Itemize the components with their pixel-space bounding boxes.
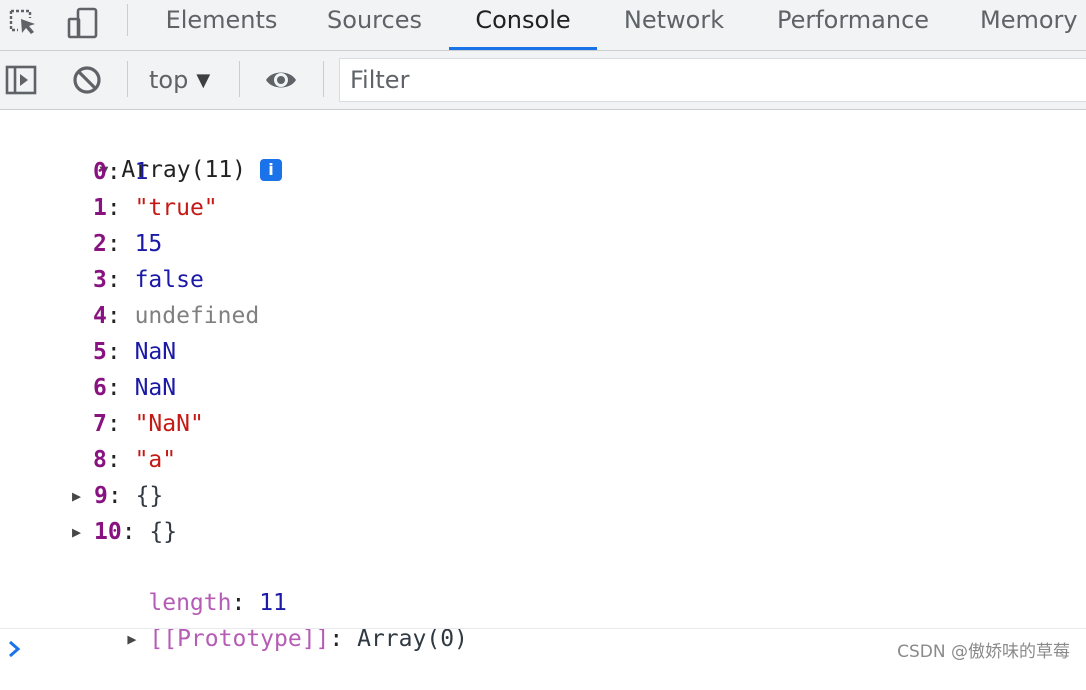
array-index: 3 <box>93 267 107 293</box>
array-value: {} <box>149 519 178 545</box>
array-value: false <box>134 267 204 293</box>
chevron-down-icon: ▼ <box>196 70 211 91</box>
array-value: NaN <box>134 339 177 365</box>
separator: : <box>106 159 135 185</box>
tab-network[interactable]: Network <box>603 0 745 50</box>
console-output: ▼ Array(11) i 0: 1 1: "true" 2: 15 3: false 4:… <box>0 110 1086 652</box>
collapsed-triangle-icon[interactable]: ▶ <box>72 515 94 549</box>
array-index: 9 <box>94 483 108 509</box>
separator: : <box>106 231 135 257</box>
array-entry-row[interactable]: ▶ 9: {} <box>72 479 163 513</box>
array-value: {} <box>135 483 164 509</box>
console-prompt[interactable]: CSDN @傲娇味的草莓 <box>0 628 1086 668</box>
separator: : <box>106 195 135 221</box>
array-index: 2 <box>93 231 107 257</box>
separator: : <box>106 411 135 437</box>
array-index: 8 <box>93 447 107 473</box>
array-entry-row: 3: false <box>93 263 204 297</box>
watermark: CSDN @傲娇味的草莓 <box>897 642 1070 662</box>
context-label: top <box>149 66 189 94</box>
inspect-element-icon[interactable] <box>6 6 40 40</box>
array-value: "a" <box>134 447 177 473</box>
separator: : <box>106 267 135 293</box>
filter-input[interactable] <box>339 58 1086 102</box>
array-entry-row: 6: NaN <box>93 371 176 405</box>
eye-icon[interactable] <box>264 63 298 97</box>
array-value: 1 <box>134 159 149 185</box>
array-value: "NaN" <box>134 411 204 437</box>
tab-performance[interactable]: Performance <box>762 0 944 50</box>
prototype-row[interactable]: ▶ [[Prototype]]: Array(0) <box>72 588 468 652</box>
array-entry-row: 7: "NaN" <box>93 407 204 441</box>
collapsed-triangle-icon[interactable]: ▶ <box>72 479 94 513</box>
array-index: 5 <box>93 339 107 365</box>
array-entry-row: 4: undefined <box>93 299 259 333</box>
tab-elements[interactable]: Elements <box>149 0 294 50</box>
array-index: 6 <box>93 375 107 401</box>
array-value: "true" <box>134 195 218 221</box>
tabbar-divider <box>127 4 128 36</box>
array-entry-row: 5: NaN <box>93 335 176 369</box>
info-icon[interactable]: i <box>260 159 283 181</box>
separator: : <box>121 519 150 545</box>
console-toolbar: top ▼ <box>0 51 1086 110</box>
array-index: 0 <box>93 159 107 185</box>
array-value: undefined <box>134 303 260 329</box>
toolbar-divider <box>127 61 128 97</box>
array-value: NaN <box>134 375 177 401</box>
prompt-chevron-icon <box>9 640 21 658</box>
tab-console[interactable]: Console <box>449 0 597 50</box>
separator: : <box>107 483 136 509</box>
tab-memory[interactable]: Memory <box>960 0 1086 50</box>
array-entry-row: 2: 15 <box>93 227 162 261</box>
devtools-tabbar: Elements Sources Console Network Perform… <box>0 0 1086 51</box>
separator: : <box>106 447 135 473</box>
toolbar-divider <box>239 61 240 97</box>
tab-sources[interactable]: Sources <box>300 0 449 50</box>
separator: : <box>106 303 135 329</box>
context-selector[interactable]: top ▼ <box>149 62 210 98</box>
device-toolbar-icon[interactable] <box>66 6 100 40</box>
array-value: 15 <box>134 231 163 257</box>
array-entry-row: 1: "true" <box>93 191 218 225</box>
array-index: 4 <box>93 303 107 329</box>
separator: : <box>106 339 135 365</box>
array-entry-row[interactable]: ▶ 10: {} <box>72 515 177 549</box>
array-header[interactable]: ▼ Array(11) i <box>44 119 283 183</box>
array-index: 10 <box>94 519 122 545</box>
sidebar-toggle-icon[interactable] <box>4 63 38 97</box>
array-entry-row: 0: 1 <box>93 155 148 189</box>
separator: : <box>106 375 135 401</box>
clear-console-icon[interactable] <box>70 63 104 97</box>
toolbar-divider <box>323 61 324 97</box>
length-row: length: 11 <box>93 552 287 616</box>
array-entry-row: 8: "a" <box>93 443 176 477</box>
array-index: 7 <box>93 411 107 437</box>
array-index: 1 <box>93 195 107 221</box>
